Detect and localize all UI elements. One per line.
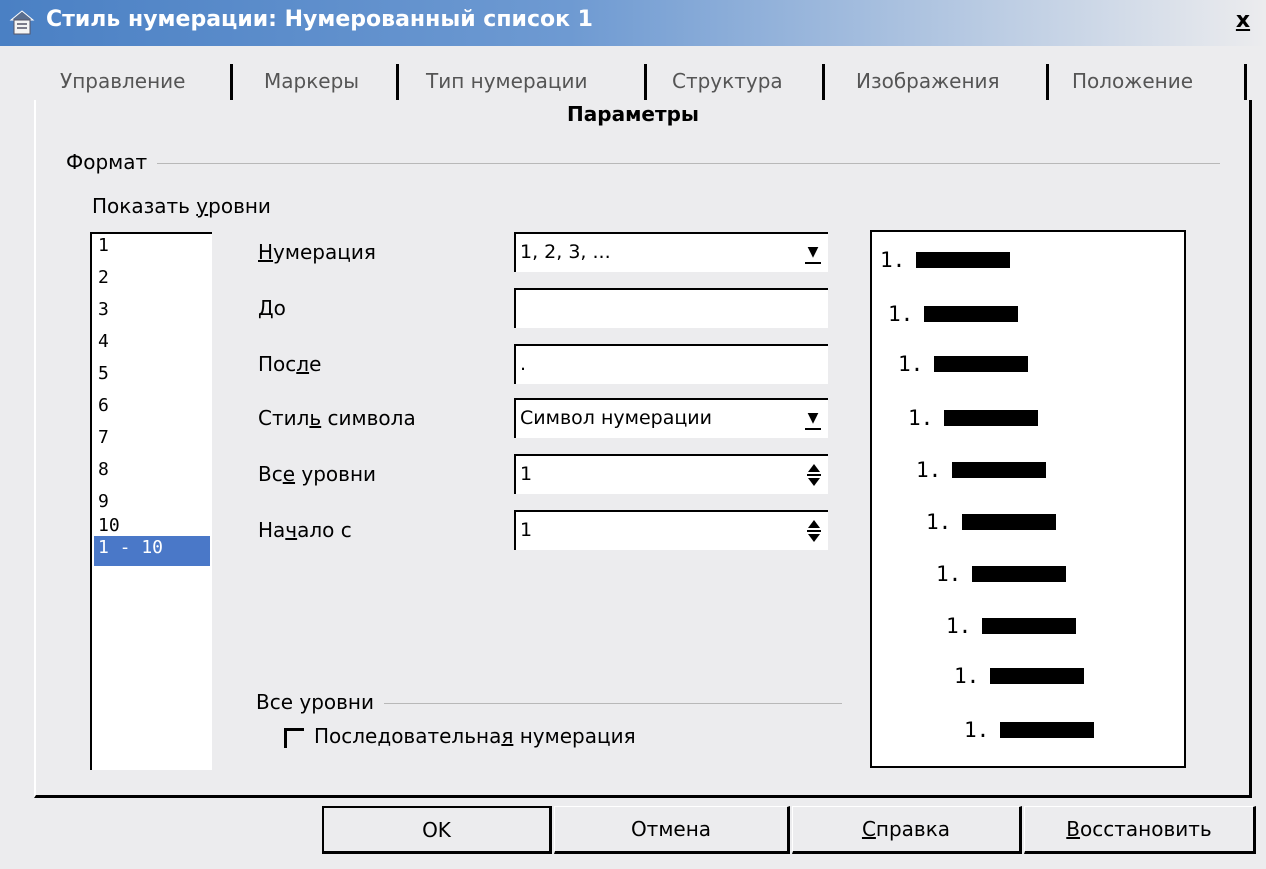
before-input[interactable] [514, 288, 828, 328]
all-levels-label: Все уровни [258, 462, 377, 486]
after-input[interactable]: . [514, 344, 828, 384]
ok-button[interactable]: OK [322, 806, 552, 854]
tab-numbering-type[interactable]: Тип нумерации [426, 60, 588, 102]
tab-options[interactable]: Параметры [0, 102, 1266, 126]
consecutive-numbering-checkbox[interactable] [284, 728, 304, 748]
close-icon[interactable]: x [1230, 8, 1256, 34]
list-item-selected[interactable]: 1 - 10 [94, 536, 210, 566]
list-item[interactable]: 2 [98, 266, 109, 290]
tab-outline[interactable]: Структура [672, 60, 783, 102]
format-group-line [66, 163, 1220, 164]
before-label: До [258, 296, 286, 320]
list-item[interactable]: 4 [98, 330, 109, 354]
tab-separator [1244, 64, 1247, 100]
list-item[interactable]: 7 [98, 426, 109, 450]
all-levels-group-label: Все уровни [256, 690, 385, 714]
tab-bullets[interactable]: Маркеры [264, 60, 359, 102]
start-at-spinbox[interactable]: 1 [514, 510, 828, 550]
chevron-down-icon[interactable]: ▼ [800, 404, 826, 432]
chevron-down-icon[interactable]: ▼ [800, 238, 826, 266]
window-title: Стиль нумерации: Нумерованный список 1 [46, 7, 593, 32]
after-label: После [258, 352, 322, 376]
show-levels-label: Показать уровни [92, 194, 271, 218]
tab-graphics[interactable]: Изображения [856, 60, 1000, 102]
spin-arrows-icon[interactable] [806, 462, 822, 488]
help-button[interactable]: Справка [792, 806, 1022, 854]
list-item[interactable]: 10 [98, 514, 120, 538]
char-style-label: Стиль символа [258, 406, 416, 430]
char-style-select-value: Символ нумерации [520, 407, 712, 429]
tab-separator [1046, 64, 1049, 100]
list-item[interactable]: 5 [98, 362, 109, 386]
levels-list[interactable]: 1 2 3 4 5 6 7 8 9 10 1 - 10 [90, 232, 212, 770]
char-style-select[interactable]: Символ нумерации ▼ [514, 398, 828, 438]
cancel-button[interactable]: Отмена [554, 806, 790, 854]
app-icon [9, 10, 35, 35]
tab-separator [230, 64, 233, 100]
tab-position[interactable]: Положение [1072, 60, 1193, 102]
consecutive-numbering-label: Последовательная нумерация [314, 724, 636, 748]
title-bar: Стиль нумерации: Нумерованный список 1 x [0, 0, 1266, 46]
list-item[interactable]: 6 [98, 394, 109, 418]
tab-manage[interactable]: Управление [60, 60, 185, 102]
list-item[interactable]: 9 [98, 490, 109, 514]
numbering-select-value: 1, 2, 3, ... [520, 241, 611, 263]
all-levels-spinbox[interactable]: 1 [514, 454, 828, 494]
tab-separator [644, 64, 647, 100]
numbering-select[interactable]: 1, 2, 3, ... ▼ [514, 232, 828, 272]
start-at-label: Начало с [258, 518, 352, 542]
numbering-preview: 1. 1. 1. 1. 1. 1. 1. 1. 1. 1. [870, 230, 1186, 768]
format-group-label: Формат [66, 150, 158, 174]
reset-button[interactable]: Восстановить [1024, 806, 1256, 854]
tab-separator [822, 64, 825, 100]
spin-arrows-icon[interactable] [806, 518, 822, 544]
list-item[interactable]: 8 [98, 458, 109, 482]
list-item[interactable]: 3 [98, 298, 109, 322]
tab-separator [396, 64, 399, 100]
numbering-label: Нумерация [258, 240, 376, 264]
list-item[interactable]: 1 [98, 234, 109, 258]
